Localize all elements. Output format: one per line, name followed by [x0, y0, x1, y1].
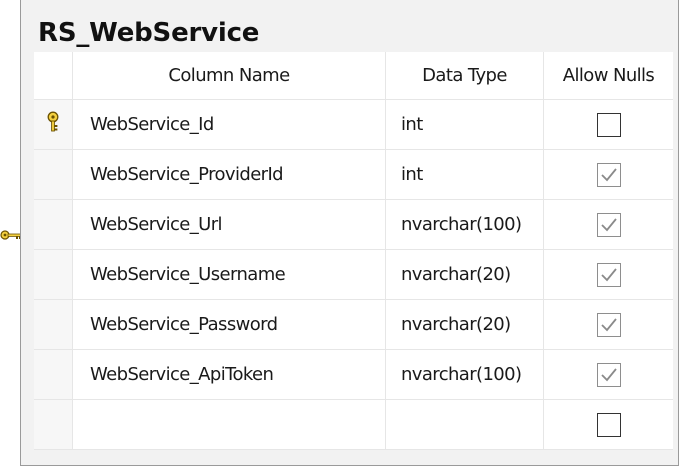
column-row[interactable]: WebService_Password nvarchar(20)	[34, 300, 673, 350]
checkmark-icon	[600, 317, 618, 333]
allow-nulls-cell	[544, 250, 673, 300]
table-designer-panel: RS_WebService Column Name Data Type Allo…	[20, 0, 679, 466]
allow-nulls-cell	[544, 300, 673, 350]
column-name-cell[interactable]: WebService_Id	[73, 100, 386, 150]
allow-nulls-checkbox[interactable]	[596, 112, 621, 137]
data-type-header[interactable]: Data Type	[386, 52, 544, 100]
row-selector[interactable]	[34, 400, 73, 450]
data-type-cell[interactable]: nvarchar(100)	[386, 200, 544, 250]
allow-nulls-checkbox[interactable]	[596, 262, 621, 287]
grid-header: Column Name Data Type Allow Nulls	[34, 52, 673, 100]
data-type-cell[interactable]: int	[386, 100, 544, 150]
row-selector[interactable]	[34, 150, 73, 200]
allow-nulls-cell	[544, 200, 673, 250]
data-type-cell[interactable]: nvarchar(100)	[386, 350, 544, 400]
column-row[interactable]: WebService_Url nvarchar(100)	[34, 200, 673, 250]
row-selector[interactable]	[34, 250, 73, 300]
column-name-cell[interactable]: WebService_Password	[73, 300, 386, 350]
checkmark-icon	[600, 367, 618, 383]
checkmark-icon	[600, 167, 618, 183]
data-type-cell[interactable]: nvarchar(20)	[386, 300, 544, 350]
checkmark-icon	[600, 217, 618, 233]
allow-nulls-cell	[544, 350, 673, 400]
data-type-cell[interactable]: int	[386, 150, 544, 200]
allow-nulls-cell	[544, 400, 673, 450]
allow-nulls-checkbox[interactable]	[596, 412, 621, 437]
allow-nulls-checkbox[interactable]	[596, 312, 621, 337]
column-row[interactable]: WebService_ApiToken nvarchar(100)	[34, 350, 673, 400]
column-name-cell[interactable]: WebService_ApiToken	[73, 350, 386, 400]
key-icon	[45, 111, 61, 138]
column-name-header[interactable]: Column Name	[73, 52, 386, 100]
column-name-cell[interactable]: WebService_Username	[73, 250, 386, 300]
row-selector[interactable]	[34, 100, 73, 150]
data-type-cell[interactable]	[386, 400, 544, 450]
columns-grid: Column Name Data Type Allow Nulls WebSer…	[34, 52, 673, 450]
column-name-cell[interactable]: WebService_Url	[73, 200, 386, 250]
row-selector[interactable]	[34, 200, 73, 250]
column-row[interactable]: WebService_ProviderId int	[34, 150, 673, 200]
allow-nulls-checkbox[interactable]	[596, 212, 621, 237]
row-selector[interactable]	[34, 300, 73, 350]
column-name-cell[interactable]: WebService_ProviderId	[73, 150, 386, 200]
allow-nulls-cell	[544, 100, 673, 150]
row-selector-header[interactable]	[34, 52, 73, 100]
allow-nulls-checkbox[interactable]	[596, 362, 621, 387]
relationship-key-icon	[0, 228, 22, 247]
row-selector[interactable]	[34, 350, 73, 400]
allow-nulls-header[interactable]: Allow Nulls	[544, 52, 673, 100]
table-title: RS_WebService	[38, 18, 260, 48]
checkmark-icon	[600, 267, 618, 283]
column-row[interactable]	[34, 400, 673, 450]
column-name-cell[interactable]	[73, 400, 386, 450]
column-row[interactable]: WebService_Id int	[34, 100, 673, 150]
allow-nulls-cell	[544, 150, 673, 200]
data-type-cell[interactable]: nvarchar(20)	[386, 250, 544, 300]
allow-nulls-checkbox[interactable]	[596, 162, 621, 187]
column-row[interactable]: WebService_Username nvarchar(20)	[34, 250, 673, 300]
